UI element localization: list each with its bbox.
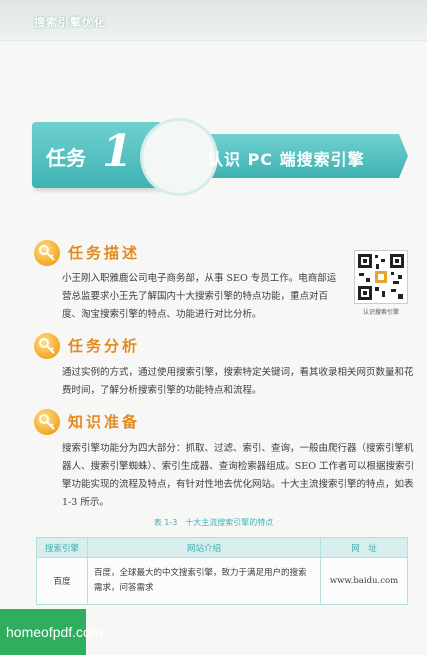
watermark-text: homeofpdf.com [6, 624, 103, 640]
section-title: 任务描述 [68, 244, 141, 262]
task-number: 1 [102, 126, 133, 177]
qr-code [354, 250, 408, 304]
key-icon [34, 240, 60, 266]
key-icon [34, 333, 60, 359]
page-header: 搜索引擎优化 [0, 0, 427, 41]
task-label: 任务 [46, 146, 86, 170]
column-header: 网站介绍 [87, 537, 321, 558]
section-body: 搜索引擎功能分为四大部分：抓取、过滤、索引、查询，一般由爬行器（搜索引擎机器人、… [62, 443, 415, 508]
engine-description: 百度，全球最大的中文搜索引擎，致力于满足用户的搜索需求，问答需求 [87, 557, 321, 605]
table-row: 百度 百度，全球最大的中文搜索引擎，致力于满足用户的搜索需求，问答需求 www.… [36, 557, 408, 605]
watermark: homeofpdf.com [0, 609, 103, 655]
book-title: 搜索引擎优化 [34, 16, 106, 29]
search-engine-table: 搜索引擎 网站介绍 网 址 百度 百度，全球最大的中文搜索引擎，致力于满足用户的… [36, 537, 408, 605]
column-header: 网 址 [320, 537, 408, 558]
task-banner: 任务 1 认识 PC 端搜索引擎 [32, 118, 408, 196]
section-title: 知识准备 [68, 413, 141, 431]
table-caption: 表 1-3 十大主流搜索引擎的特点 [153, 518, 274, 527]
engine-name: 百度 [36, 557, 88, 605]
section-body: 小王刚入职雅鹿公司电子商务部，从事 SEO 专员工作。电商部运营总监要求小王先了… [62, 273, 337, 320]
table-header-row: 搜索引擎 网站介绍 网 址 [36, 537, 408, 558]
engine-url: www.baidu.com [320, 557, 408, 605]
key-icon [34, 409, 60, 435]
task-title: 认识 PC 端搜索引擎 [207, 150, 365, 169]
column-header: 搜索引擎 [36, 537, 88, 558]
qr-caption: 认识搜索引擎 [362, 309, 399, 316]
section-body: 通过实例的方式，通过使用搜索引擎，搜索特定关键词，看其收录相关网页数量和花费时间… [62, 367, 414, 396]
section-title: 任务分析 [68, 337, 141, 355]
